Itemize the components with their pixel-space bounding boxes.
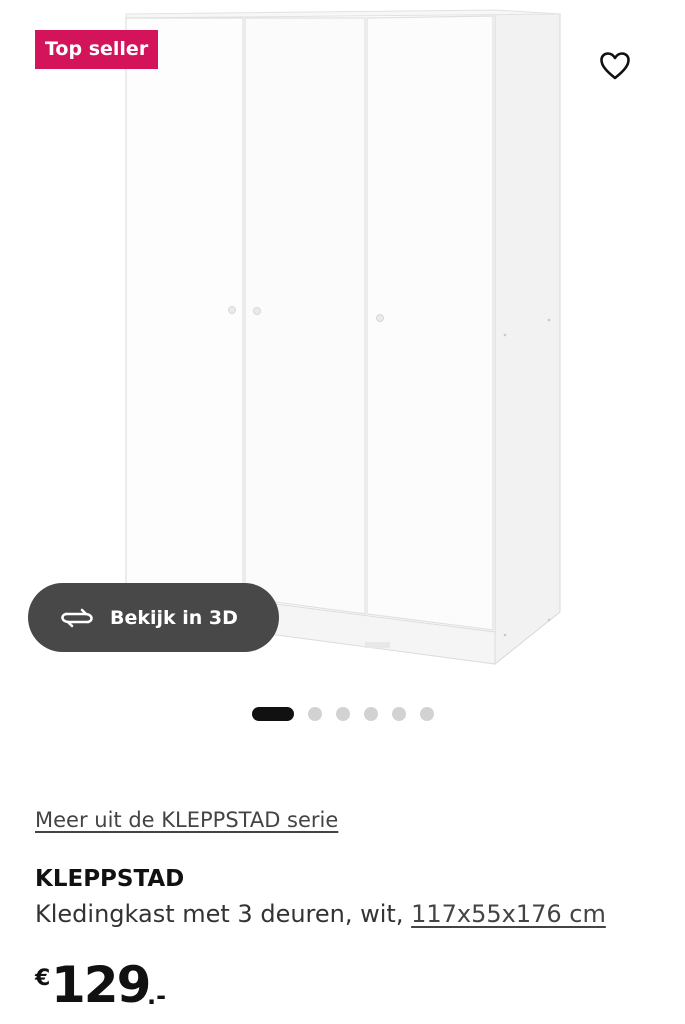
favorite-button[interactable]: [589, 40, 641, 92]
product-description: Kledingkast met 3 deuren, wit, 117x55x17…: [35, 900, 606, 928]
product-name: KLEPPSTAD: [35, 866, 185, 892]
top-seller-badge: Top seller: [35, 30, 159, 69]
price-amount: 129: [51, 956, 151, 1014]
top-seller-label: Top seller: [45, 38, 149, 60]
carousel-dot[interactable]: [336, 707, 350, 721]
rotate-3d-icon: [58, 605, 96, 631]
carousel-dot[interactable]: [420, 707, 434, 721]
product-dimensions-link[interactable]: 117x55x176 cm: [411, 900, 606, 928]
heart-outline-icon: [600, 52, 630, 80]
view-in-3d-label: Bekijk in 3D: [110, 606, 238, 629]
product-image-area[interactable]: Top seller Bekijk in 3D: [0, 0, 685, 690]
product-description-text: Kledingkast met 3 deuren, wit,: [35, 900, 404, 928]
carousel-dot[interactable]: [308, 707, 322, 721]
price-suffix: .-: [147, 982, 167, 1010]
carousel-dot-active[interactable]: [252, 707, 294, 721]
image-carousel-indicator[interactable]: [252, 707, 448, 721]
series-link[interactable]: Meer uit de KLEPPSTAD serie: [35, 808, 338, 832]
price-currency: €: [35, 966, 51, 991]
carousel-dot[interactable]: [392, 707, 406, 721]
view-in-3d-button[interactable]: Bekijk in 3D: [28, 583, 279, 652]
carousel-dot[interactable]: [364, 707, 378, 721]
